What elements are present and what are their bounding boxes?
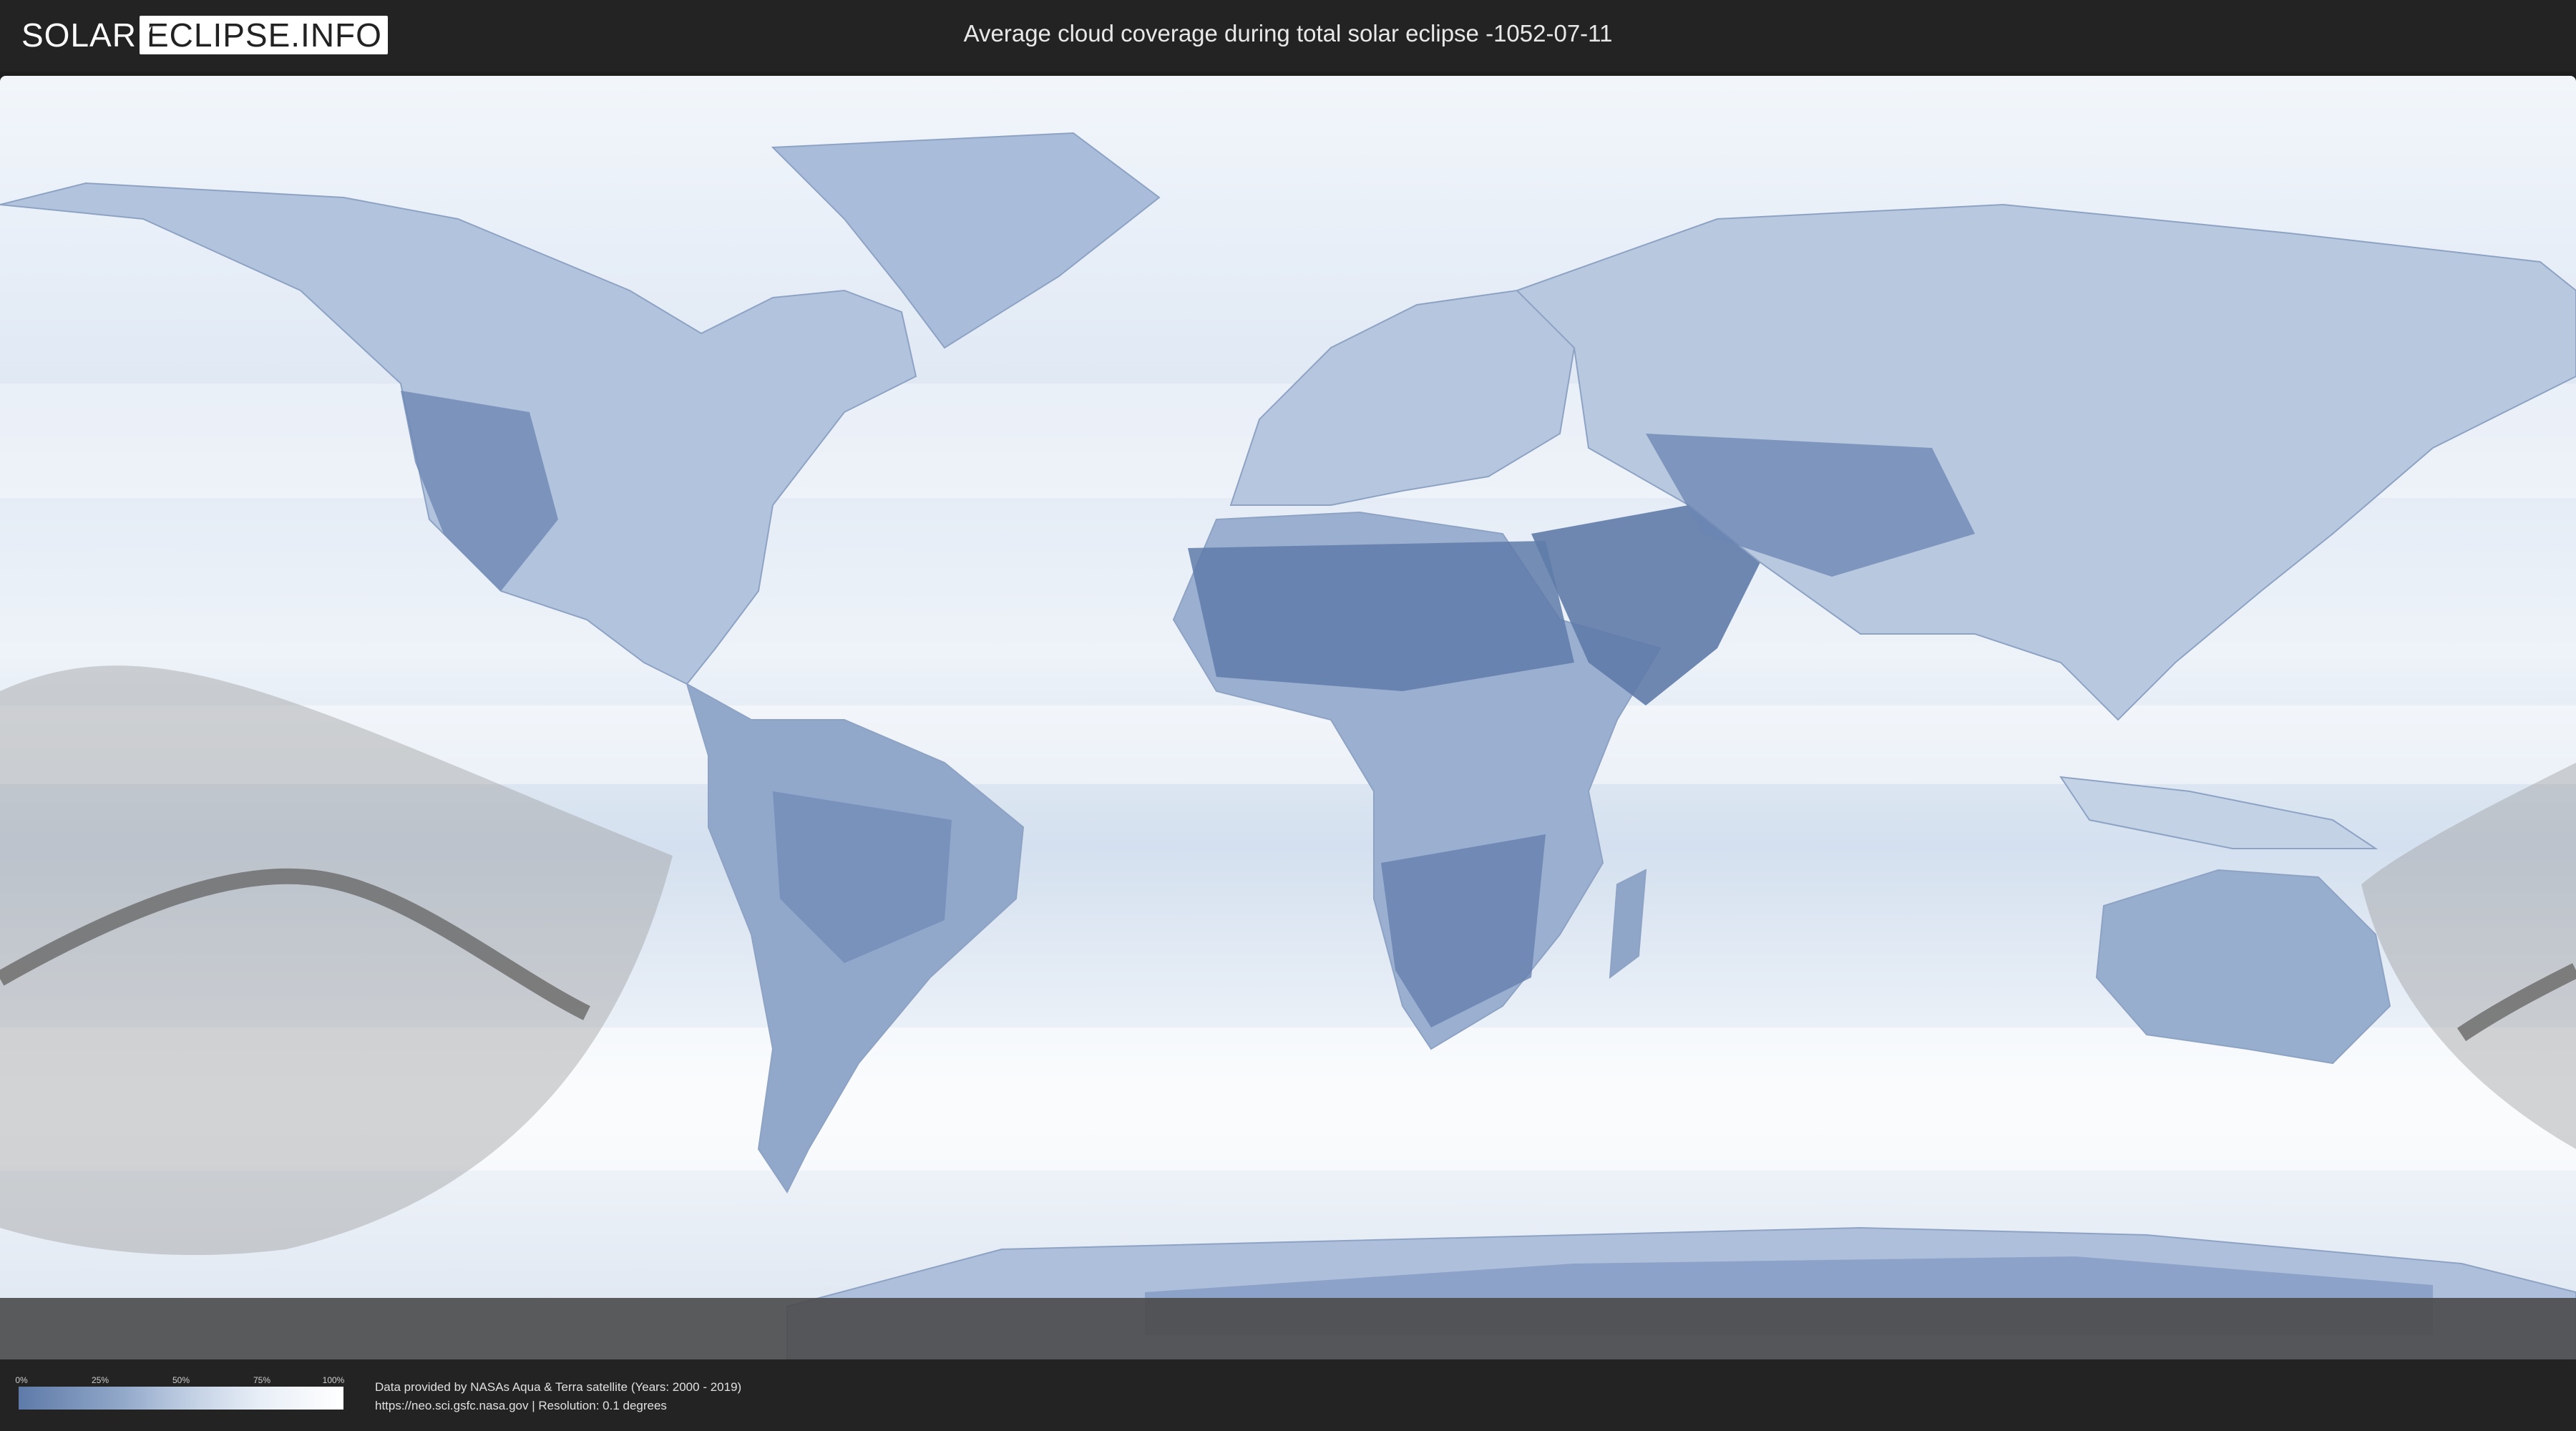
legend-tick: 100% bbox=[322, 1375, 345, 1385]
credit-line-url[interactable]: https://neo.sci.gsfc.nasa.gov | Resoluti… bbox=[375, 1397, 741, 1415]
legend-tick: 0% bbox=[15, 1375, 28, 1385]
legend-ticks: 0% 25% 50% 75% 100% bbox=[15, 1375, 345, 1387]
page-title: Average cloud coverage during total sola… bbox=[963, 20, 1613, 47]
world-map bbox=[0, 76, 2576, 1359]
cloud-coverage-legend: 0% 25% 50% 75% 100% bbox=[15, 1375, 345, 1410]
legend-tick: 25% bbox=[91, 1375, 109, 1385]
legend-tick: 50% bbox=[172, 1375, 190, 1385]
header-bar: SOLAR ECLIPSE.INFO Average cloud coverag… bbox=[0, 0, 2576, 72]
sahara-clear-sky bbox=[1188, 541, 1574, 691]
legend-color-bar bbox=[19, 1387, 343, 1410]
polar-shadow-strip bbox=[0, 1298, 2576, 1359]
cloud-coverage-map bbox=[0, 76, 2576, 1359]
footer-bar: 0% 25% 50% 75% 100% Data provided by NAS… bbox=[0, 1359, 2576, 1431]
legend-tick: 75% bbox=[253, 1375, 271, 1385]
credit-line-source: Data provided by NASAs Aqua & Terra sate… bbox=[375, 1380, 742, 1394]
data-credits: Data provided by NASAs Aqua & Terra sate… bbox=[375, 1378, 741, 1415]
